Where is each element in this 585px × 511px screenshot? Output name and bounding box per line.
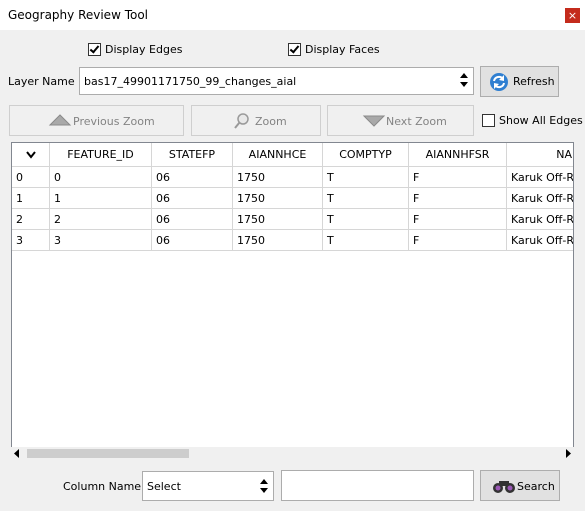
table-cell: T (323, 167, 409, 188)
display-edges-option[interactable]: Display Edges (88, 42, 182, 56)
zoom-button[interactable]: Zoom (191, 105, 321, 136)
search-label: Search (517, 480, 555, 493)
table-cell: 06 (152, 230, 233, 251)
table-cell: F (409, 188, 507, 209)
window-title: Geography Review Tool (8, 8, 149, 22)
feature-table[interactable]: FEATURE_ID STATEFP AIANNHCE COMPTYP AIAN… (11, 142, 574, 460)
table-cell: F (409, 230, 507, 251)
table-row[interactable]: 3 3 06 1750 T F Karuk Off-Res (12, 230, 573, 251)
table-cell: 1 (50, 188, 152, 209)
layer-name-label: Layer Name : (8, 75, 82, 88)
table-cell: 06 (152, 167, 233, 188)
table-cell: 06 (152, 188, 233, 209)
refresh-button[interactable]: Refresh (480, 66, 559, 97)
close-button[interactable]: × (565, 8, 580, 23)
scrollbar-thumb[interactable] (27, 449, 189, 458)
next-zoom-label: Next Zoom (386, 115, 447, 128)
previous-zoom-button[interactable]: Previous Zoom (9, 105, 184, 136)
table-row[interactable]: 1 1 06 1750 T F Karuk Off-Res (12, 188, 573, 209)
spinner-arrows-icon (260, 479, 268, 495)
table-cell: 1 (12, 188, 50, 209)
scroll-right-icon[interactable] (564, 449, 572, 458)
up-arrow-icon (48, 114, 72, 126)
table-cell: Karuk Off-Res (507, 230, 573, 251)
next-zoom-button[interactable]: Next Zoom (327, 105, 474, 136)
table-cell: Karuk Off-Res (507, 188, 573, 209)
refresh-label: Refresh (513, 75, 555, 88)
previous-zoom-label: Previous Zoom (73, 115, 155, 128)
display-faces-label: Display Faces (305, 42, 380, 56)
table-cell: 2 (12, 209, 50, 230)
show-all-edges-label: Show All Edges (499, 113, 583, 127)
table-cell: 1750 (233, 167, 323, 188)
column-name-value: Select (147, 480, 181, 493)
table-cell: Karuk Off-Res (507, 209, 573, 230)
chevron-down-icon (25, 151, 36, 159)
zoom-label: Zoom (255, 115, 287, 128)
column-name-select[interactable]: Select (142, 471, 274, 501)
table-cell: 1750 (233, 230, 323, 251)
binoculars-icon (493, 481, 515, 493)
layer-name-select[interactable]: bas17_49901171750_99_changes_aial (79, 67, 474, 95)
table-cell: Karuk Off-Res (507, 167, 573, 188)
table-cell: 0 (50, 167, 152, 188)
display-faces-checkbox[interactable] (288, 42, 301, 56)
column-header[interactable]: FEATURE_ID (50, 143, 152, 167)
layer-name-value: bas17_49901171750_99_changes_aial (84, 75, 297, 88)
display-edges-label: Display Edges (105, 42, 183, 56)
table-cell: 0 (12, 167, 50, 188)
search-input[interactable] (281, 470, 474, 501)
table-cell: T (323, 188, 409, 209)
table-cell: 3 (50, 230, 152, 251)
table-cell: T (323, 209, 409, 230)
table-cell: F (409, 209, 507, 230)
column-header[interactable]: STATEFP (152, 143, 233, 167)
refresh-icon (490, 73, 508, 91)
column-header[interactable]: COMPTYP (323, 143, 409, 167)
display-edges-checkbox[interactable] (88, 42, 101, 56)
row-index-header[interactable] (12, 143, 50, 167)
table-cell: 1750 (233, 209, 323, 230)
magnifier-icon (234, 113, 249, 129)
table-cell: F (409, 167, 507, 188)
table-row[interactable]: 2 2 06 1750 T F Karuk Off-Res (12, 209, 573, 230)
table-cell: 06 (152, 209, 233, 230)
table-cell: 3 (12, 230, 50, 251)
show-all-edges-option[interactable]: Show All Edges (482, 113, 583, 127)
column-header[interactable]: AIANNHCE (233, 143, 323, 167)
display-faces-option[interactable]: Display Faces (288, 42, 380, 56)
spinner-arrows-icon (460, 73, 468, 89)
show-all-edges-checkbox[interactable] (482, 113, 495, 127)
down-arrow-icon (362, 115, 386, 127)
column-header[interactable]: AIANNHFSR (409, 143, 507, 167)
table-cell: 1750 (233, 188, 323, 209)
column-header[interactable]: NA (507, 143, 573, 167)
table-row[interactable]: 0 0 06 1750 T F Karuk Off-Res (12, 167, 573, 188)
table-header: FEATURE_ID STATEFP AIANNHCE COMPTYP AIAN… (12, 143, 573, 167)
scroll-left-icon[interactable] (13, 449, 21, 458)
search-button[interactable]: Search (480, 470, 560, 501)
column-name-label: Column Name : (63, 480, 149, 493)
table-cell: 2 (50, 209, 152, 230)
table-cell: T (323, 230, 409, 251)
